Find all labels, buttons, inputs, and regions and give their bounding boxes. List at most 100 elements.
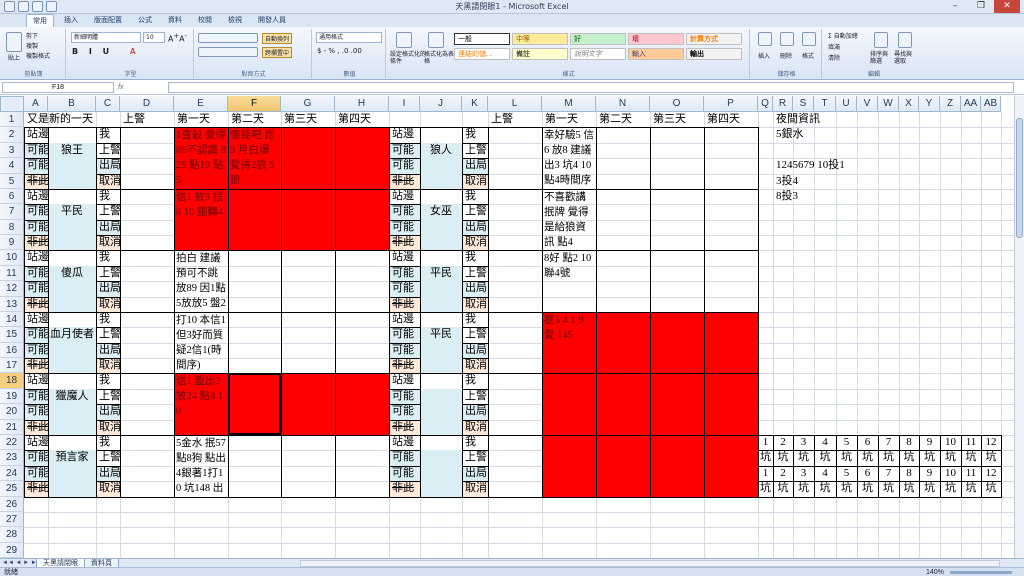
row-header-17[interactable]: 17 [0, 358, 24, 373]
column-header-q[interactable]: Q [758, 96, 773, 112]
align-icons[interactable] [198, 33, 258, 43]
column-header-l[interactable]: L [488, 96, 542, 112]
grow-font-icon[interactable]: A+A- [168, 32, 187, 44]
column-header-j[interactable]: J [420, 96, 462, 112]
tab-home[interactable]: 常用 [26, 14, 54, 27]
column-header-n[interactable]: N [596, 96, 650, 112]
worksheet-grid[interactable]: 又是新的一天 上警 第一天 第二天 第三天 第四天 上警 第一天 第二天 第三天 第四天 站邊 可能 可能… [24, 112, 1014, 558]
column-header-y[interactable]: Y [919, 96, 940, 112]
merge-center-button[interactable]: 跨欄置中 [262, 47, 293, 58]
style-linked-cell[interactable]: 連結的儲... [454, 48, 510, 60]
style-calculation[interactable]: 計算方式 [686, 33, 742, 45]
style-general[interactable]: 一般 [454, 33, 510, 45]
row-header-7[interactable]: 7 [0, 204, 24, 220]
sort-filter-button[interactable]: 排序與篩選 [870, 51, 892, 65]
tab-view[interactable]: 檢視 [222, 14, 248, 27]
maximize-icon[interactable]: ❐ [968, 0, 994, 13]
tab-data[interactable]: 資料 [162, 14, 188, 27]
bold-italic-underline-buttons[interactable]: B I U [72, 47, 113, 56]
fill-button[interactable]: 填滿 [828, 42, 840, 51]
format-button[interactable]: 格式 [802, 51, 814, 60]
clear-button[interactable]: 清除 [828, 53, 840, 62]
row-header-21[interactable]: 21 [0, 420, 24, 435]
row-header-4[interactable]: 4 [0, 158, 24, 174]
row-header-5[interactable]: 5 [0, 174, 24, 189]
column-header-p[interactable]: P [704, 96, 758, 112]
style-explanatory[interactable]: 說明文字 [570, 48, 626, 60]
row-header-9[interactable]: 9 [0, 235, 24, 250]
copy-button[interactable]: 複製 [26, 41, 38, 50]
column-header-ab[interactable]: AB [981, 96, 1001, 112]
wrap-text-button[interactable]: 自動換列 [262, 33, 293, 44]
row-header-24[interactable]: 24 [0, 466, 24, 481]
row-header-28[interactable]: 28 [0, 527, 24, 543]
column-header-r[interactable]: R [773, 96, 793, 112]
style-neutral[interactable]: 中等 [512, 33, 568, 45]
column-header-d[interactable]: D [120, 96, 174, 112]
vertical-scroll-thumb[interactable] [1016, 118, 1023, 238]
conditional-format-button[interactable]: 設定格式化的條件 [390, 51, 426, 65]
number-format-select[interactable]: 通用格式 [316, 32, 382, 43]
cut-button[interactable]: 剪下 [26, 31, 38, 40]
format-as-table-button[interactable]: 格式化為表格 [424, 51, 454, 65]
sort-filter-icon[interactable] [874, 32, 888, 48]
tab-page-layout[interactable]: 版面配置 [88, 14, 128, 27]
column-header-k[interactable]: K [462, 96, 488, 112]
tab-review[interactable]: 校閱 [192, 14, 218, 27]
format-painter-button[interactable]: 複製格式 [26, 51, 50, 60]
tab-developer[interactable]: 開發人員 [252, 14, 292, 27]
row-header-10[interactable]: 10 [0, 250, 24, 266]
row-header-23[interactable]: 23 [0, 450, 24, 466]
row-header-26[interactable]: 26 [0, 497, 24, 512]
column-header-g[interactable]: G [281, 96, 335, 112]
column-header-b[interactable]: B [48, 96, 96, 112]
column-header-m[interactable]: M [542, 96, 596, 112]
column-header-s[interactable]: S [793, 96, 814, 112]
column-header-o[interactable]: O [650, 96, 704, 112]
row-header-18[interactable]: 18 [0, 373, 24, 389]
conditional-format-icon[interactable] [396, 32, 412, 48]
paste-icon[interactable] [6, 32, 22, 52]
row-header-11[interactable]: 11 [0, 266, 24, 281]
column-header-x[interactable]: X [899, 96, 919, 112]
font-color-icon[interactable]: A [130, 47, 135, 56]
fx-icon[interactable]: fx [118, 82, 166, 93]
row-header-8[interactable]: 8 [0, 220, 24, 235]
row-header-27[interactable]: 27 [0, 512, 24, 527]
selected-cell-f18[interactable] [228, 373, 281, 435]
delete-button[interactable]: 刪除 [780, 51, 792, 60]
row-header-22[interactable]: 22 [0, 435, 24, 450]
style-good[interactable]: 好 [570, 33, 626, 45]
style-output[interactable]: 輸出 [686, 48, 742, 60]
column-header-v[interactable]: V [857, 96, 878, 112]
column-header-h[interactable]: H [335, 96, 389, 112]
zoom-slider[interactable] [950, 571, 1012, 574]
row-header-16[interactable]: 16 [0, 343, 24, 358]
column-header-u[interactable]: U [836, 96, 857, 112]
style-note[interactable]: 備註 [512, 48, 568, 60]
tab-formulas[interactable]: 公式 [132, 14, 158, 27]
tab-insert[interactable]: 插入 [58, 14, 84, 27]
row-header-19[interactable]: 19 [0, 389, 24, 404]
column-header-e[interactable]: E [174, 96, 228, 112]
column-header-aa[interactable]: AA [961, 96, 981, 112]
row-header-12[interactable]: 12 [0, 281, 24, 297]
delete-cells-icon[interactable] [780, 32, 794, 46]
paste-button[interactable]: 貼上 [8, 53, 20, 62]
row-header-25[interactable]: 25 [0, 481, 24, 497]
vertical-scrollbar[interactable] [1014, 96, 1024, 558]
row-header-15[interactable]: 15 [0, 327, 24, 343]
column-header-z[interactable]: Z [940, 96, 961, 112]
row-header-1[interactable]: 1 [0, 112, 24, 127]
row-header-2[interactable]: 2 [0, 127, 24, 143]
column-header-i[interactable]: I [389, 96, 420, 112]
find-select-icon[interactable] [898, 32, 912, 48]
minimize-icon[interactable]: – [942, 0, 968, 13]
row-header-13[interactable]: 13 [0, 297, 24, 312]
insert-cells-icon[interactable] [758, 32, 772, 46]
column-header-t[interactable]: T [814, 96, 836, 112]
font-size-select[interactable]: 10 [143, 32, 165, 43]
close-icon[interactable]: ✕ [994, 0, 1020, 13]
indent-icons[interactable] [198, 47, 258, 57]
row-header-14[interactable]: 14 [0, 312, 24, 327]
